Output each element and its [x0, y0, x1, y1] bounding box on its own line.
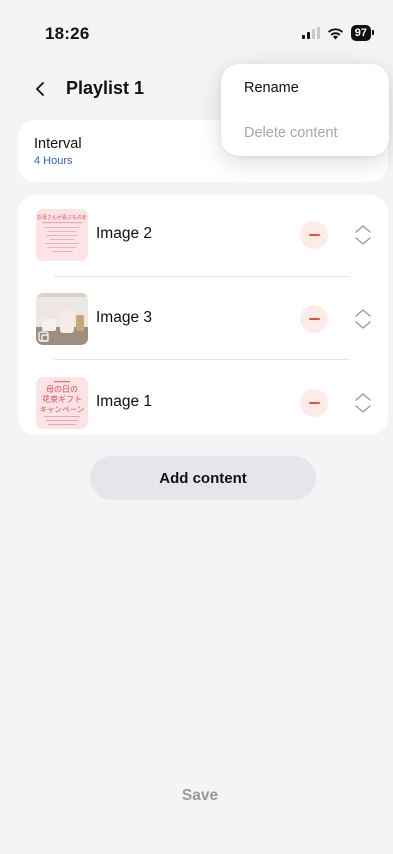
thumb-title: お母さんが喜ぶものを: [37, 214, 87, 221]
thumb-line-3: キャンペーン: [40, 405, 85, 414]
reorder-handle-icon[interactable]: [352, 221, 374, 249]
remove-item-button[interactable]: [300, 305, 328, 333]
divider: [54, 359, 350, 360]
options-menu: Rename Delete content: [221, 64, 389, 156]
item-label: Image 3: [96, 309, 153, 326]
list-item[interactable]: お母さんが喜ぶものを Image 2: [18, 207, 388, 267]
status-time: 18:26: [45, 24, 90, 43]
divider: [54, 276, 350, 277]
remove-item-button[interactable]: [300, 221, 328, 249]
thumb-line-2: 花束ギフト: [42, 394, 82, 404]
remove-item-button[interactable]: [300, 389, 328, 417]
thumb-line-1: 母の日の: [46, 385, 78, 394]
status-bar: 18:26 97: [0, 0, 393, 64]
menu-item-rename[interactable]: Rename: [244, 80, 299, 96]
flyer-thumbnail-icon: お母さんが喜ぶものを: [36, 209, 88, 261]
flyer-thumbnail-icon: 母の日の 花束ギフト キャンペーン: [36, 377, 88, 429]
minus-icon: [308, 234, 320, 236]
list-item[interactable]: 母の日の 花束ギフト キャンペーン Image 1: [18, 375, 388, 435]
menu-item-delete-content[interactable]: Delete content: [244, 125, 338, 141]
reorder-handle-icon[interactable]: [352, 305, 374, 333]
list-item[interactable]: Image 3: [18, 291, 388, 351]
item-label: Image 2: [96, 225, 153, 242]
page-title: Playlist 1: [66, 78, 145, 98]
thumbnail-image-2: お母さんが喜ぶものを: [36, 209, 88, 261]
thumbnail-image-3: [36, 293, 88, 345]
wifi-icon: [327, 27, 343, 39]
item-label: Image 1: [96, 393, 153, 410]
back-button[interactable]: [28, 76, 52, 102]
save-button[interactable]: Save: [160, 784, 240, 808]
battery-icon: 97: [350, 25, 375, 41]
cellular-signal-icon: [301, 27, 320, 39]
content-list: お母さんが喜ぶものを Image 2 Image 3 母の日の 花束ギフト キャ…: [18, 195, 388, 435]
minus-icon: [308, 402, 320, 404]
add-content-button[interactable]: Add content: [90, 456, 316, 500]
photo-thumbnail-icon: [36, 293, 88, 345]
chevron-left-icon: [36, 82, 44, 96]
interval-value: 4 Hours: [34, 155, 73, 167]
minus-icon: [308, 318, 320, 320]
status-icons: 97: [301, 24, 375, 42]
thumbnail-image-1: 母の日の 花束ギフト キャンペーン: [36, 377, 88, 429]
reorder-handle-icon[interactable]: [352, 389, 374, 417]
